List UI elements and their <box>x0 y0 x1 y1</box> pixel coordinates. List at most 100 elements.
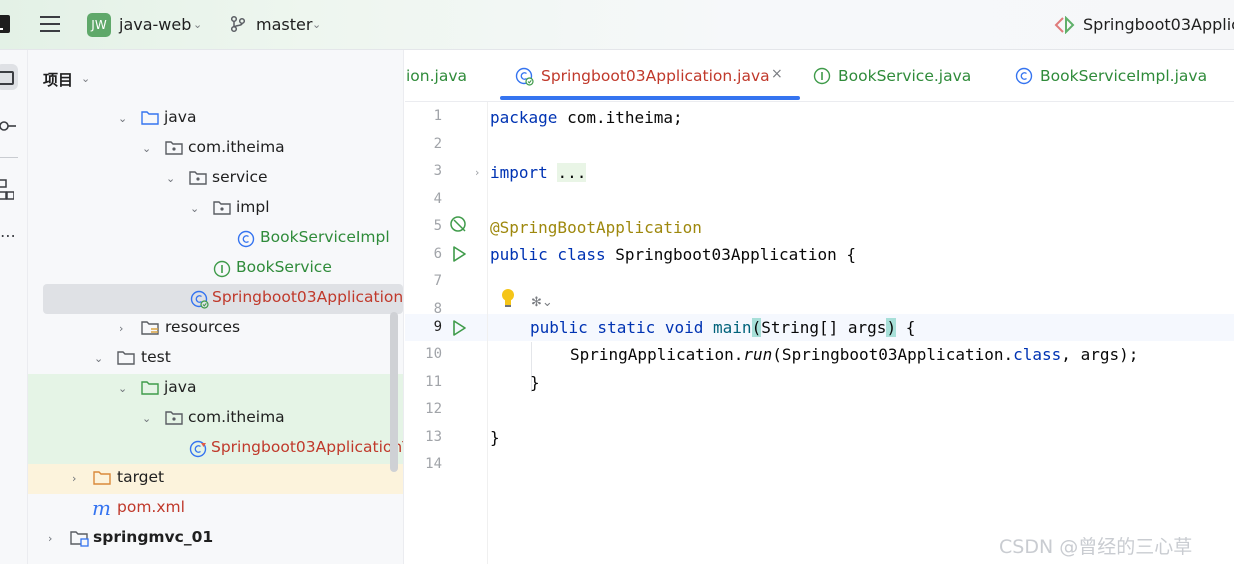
close-icon[interactable]: × <box>771 66 783 82</box>
tab-springboot03application[interactable]: Springboot03Application.java <box>541 67 770 85</box>
expand-arrow-icon[interactable]: ⌄ <box>166 172 175 185</box>
collapse-arrow-icon[interactable]: › <box>119 322 123 335</box>
line-number: 9 <box>433 319 442 335</box>
tree-item-label: java <box>164 108 197 126</box>
tree-item-target[interactable]: › target <box>28 464 403 494</box>
ide-logo-icon <box>0 15 10 33</box>
code-token: package <box>490 108 558 127</box>
tree-item-test-java[interactable]: ⌄ java <box>28 374 403 404</box>
code-token: run <box>743 345 773 364</box>
tree-item-label: BookService <box>236 258 332 276</box>
expand-arrow-icon[interactable]: ⌄ <box>118 112 127 125</box>
chevron-down-icon[interactable]: ⌄ <box>81 72 90 85</box>
collapse-arrow-icon[interactable]: › <box>72 472 76 485</box>
run-icon[interactable] <box>452 320 466 336</box>
panel-scrollbar[interactable] <box>390 312 398 472</box>
code-token: import <box>490 163 548 182</box>
code-token: , args); <box>1061 345 1139 364</box>
code-line-3: import ... <box>490 163 587 182</box>
panel-title[interactable]: 项目 <box>43 69 73 90</box>
expand-arrow-icon[interactable]: ⌄ <box>142 142 151 155</box>
line-number: 13 <box>425 429 442 445</box>
code-line-6: @SpringBootApplication <box>490 218 702 237</box>
tab-previous[interactable]: ion.java <box>406 67 467 85</box>
tree-item-selected-class[interactable]: Springboot03Application <box>43 284 403 314</box>
chevron-down-icon[interactable]: ⌄ <box>312 18 321 31</box>
line-number: 4 <box>433 191 442 207</box>
source-folder-icon <box>141 111 159 125</box>
test-source-folder-icon <box>141 381 159 395</box>
matched-brace: ) <box>886 318 897 337</box>
spring-class-icon <box>515 67 534 86</box>
tree-item-java[interactable]: ⌄ java <box>28 104 403 134</box>
line-number: 10 <box>425 346 442 362</box>
project-tool-icon[interactable] <box>0 64 18 90</box>
spring-bean-gutter-icon[interactable] <box>449 215 469 235</box>
expand-arrow-icon[interactable]: ⌄ <box>142 412 151 425</box>
structure-icon[interactable] <box>0 178 14 202</box>
run-icon[interactable] <box>452 246 466 262</box>
code-token: String[] args <box>761 318 887 337</box>
tree-item-label: pom.xml <box>117 498 185 516</box>
folded-imports[interactable]: ... <box>557 163 587 182</box>
fold-arrow-icon[interactable]: › <box>475 166 479 179</box>
tree-item-label: java <box>164 378 197 396</box>
code-token: main <box>703 318 752 337</box>
matched-brace: ( <box>751 318 762 337</box>
line-number: 11 <box>425 374 442 390</box>
collapse-arrow-icon[interactable]: › <box>48 532 52 545</box>
tree-item-package[interactable]: ⌄ impl <box>28 194 403 224</box>
branch-selector[interactable]: master <box>256 15 312 34</box>
tree-item-package[interactable]: ⌄ com.itheima <box>28 134 403 164</box>
project-selector[interactable]: java-web <box>119 15 191 34</box>
tree-item-package[interactable]: ⌄ com.itheima <box>28 404 403 434</box>
more-icon[interactable]: ⋯ <box>0 226 17 245</box>
resources-folder-icon <box>141 321 159 335</box>
tab-bookservice[interactable]: BookService.java <box>838 67 971 85</box>
tree-item-test-class[interactable]: Springboot03ApplicationT <box>28 434 403 464</box>
excluded-folder-icon <box>93 471 111 485</box>
main-toolbar: JW java-web ⌄ master ⌄ Springboot03Appli… <box>0 0 1234 50</box>
code-line-9: public static void main(String[] args) { <box>530 318 915 337</box>
commit-icon[interactable] <box>0 120 16 132</box>
line-number: 12 <box>425 401 442 417</box>
spring-class-icon <box>190 290 209 309</box>
tree-item-test[interactable]: ⌄ test <box>28 344 403 374</box>
tree-item-pom[interactable]: m pom.xml <box>28 494 403 524</box>
code-line-13: } <box>490 428 500 447</box>
tree-item-label: com.itheima <box>188 408 285 426</box>
tree-item-interface[interactable]: BookService <box>28 254 403 284</box>
code-token: public class <box>490 245 606 264</box>
tree-item-label: BookServiceImpl <box>260 228 390 246</box>
line-number: 14 <box>425 456 442 472</box>
code-token: Springboot03Application { <box>605 245 857 264</box>
tree-item-module[interactable]: › springmvc_01 <box>28 524 403 554</box>
maven-icon: m <box>92 496 111 520</box>
ai-assistant-icon[interactable]: ✻⌄ <box>531 295 553 310</box>
expand-arrow-icon[interactable]: ⌄ <box>118 382 127 395</box>
run-config-selector[interactable]: Springboot03Applica <box>1083 15 1234 34</box>
code-token: @SpringBootApplication <box>490 218 702 237</box>
package-icon <box>165 411 183 425</box>
main-menu-icon[interactable] <box>40 16 60 32</box>
active-tab-indicator <box>500 96 800 100</box>
tree-item-resources[interactable]: › resources <box>28 314 403 344</box>
editor-tabs: ion.java Springboot03Application.java × … <box>405 50 1234 102</box>
line-number: 2 <box>433 136 442 152</box>
tab-bookserviceimpl[interactable]: BookServiceImpl.java <box>1040 67 1207 85</box>
code-token: com.itheima; <box>557 108 683 127</box>
expand-arrow-icon[interactable]: ⌄ <box>190 202 199 215</box>
tree-item-package[interactable]: ⌄ service <box>28 164 403 194</box>
expand-arrow-icon[interactable]: ⌄ <box>94 352 103 365</box>
branch-icon[interactable] <box>229 15 247 33</box>
project-badge[interactable]: JW <box>87 13 111 37</box>
lightbulb-icon[interactable] <box>501 288 515 308</box>
chevron-down-icon[interactable]: ⌄ <box>193 18 202 31</box>
code-editor[interactable]: 1 2 3 4 5 6 7 8 9 10 11 12 13 14 › packa… <box>405 102 1234 564</box>
tool-window-strip: ⋯ <box>0 50 28 564</box>
package-icon <box>165 141 183 155</box>
tree-item-class[interactable]: BookServiceImpl <box>28 224 403 254</box>
strip-divider <box>0 157 18 158</box>
project-panel: 项目 ⌄ ⌄ java ⌄ com.itheima ⌄ service ⌄ im… <box>28 50 404 564</box>
package-icon <box>213 201 231 215</box>
